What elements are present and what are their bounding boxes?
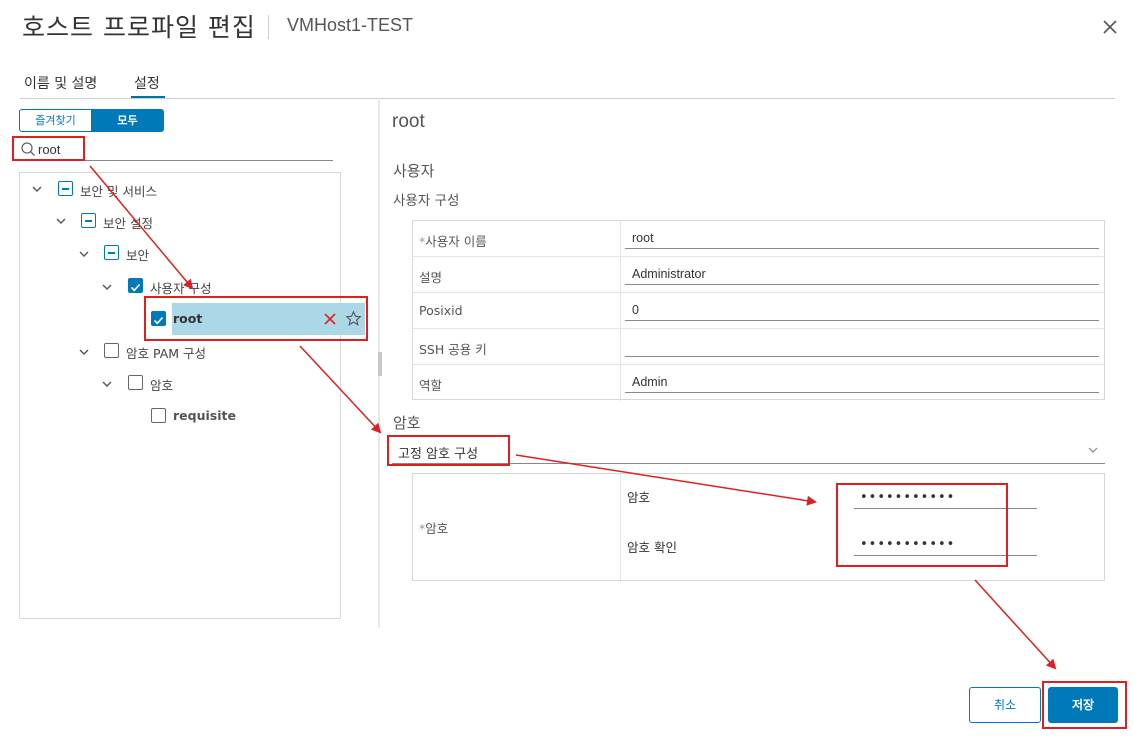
dialog-title: 호스트 프로파일 편집 [22,13,256,42]
grid-divider [620,474,621,580]
tree-checkbox-security-settings[interactable] [81,213,96,228]
favorites-toggle[interactable]: 즐겨찾기 [19,109,92,132]
tree-item-password[interactable]: 암호 [150,375,173,394]
tree-checkbox-security[interactable] [104,245,119,260]
grid-row-posixid: Posixid [413,293,1104,329]
title-divider [268,15,269,39]
detail-title: root [392,111,425,132]
grid-divider [620,329,621,364]
username-label-text: 사용자 이름 [425,234,487,249]
chevron-down-icon[interactable] [31,183,43,195]
posixid-label: Posixid [419,303,463,318]
grid-divider [620,365,621,401]
tree-checkbox-security-services[interactable] [58,181,73,196]
chevron-down-icon[interactable] [101,378,113,390]
role-field[interactable] [625,371,1099,393]
tree-item-user-config[interactable]: 사용자 구성 [150,278,211,297]
posixid-field[interactable] [625,299,1099,321]
chevron-down-icon[interactable] [101,281,113,293]
chevron-down-icon[interactable] [78,346,90,358]
grid-row-description: 설명 [413,257,1104,293]
confirm-password-label: 암호 확인 [627,540,677,555]
tree-item-security-settings[interactable]: 보안 설정 [103,213,153,232]
chevron-down-icon[interactable] [78,248,90,260]
username-label: *사용자 이름 [419,231,487,250]
grid-row-role: 역할 [413,365,1104,401]
close-button[interactable] [1100,17,1120,37]
tab-name-description[interactable]: 이름 및 설명 [24,73,97,93]
ssh-key-label: SSH 공용 키 [419,342,487,357]
description-label: 설명 [419,270,443,285]
tabs-divider [20,98,1115,99]
grid-row-ssh-key: SSH 공용 키 [413,329,1104,365]
description-field[interactable] [625,263,1099,285]
tree-checkbox-requisite[interactable] [151,408,166,423]
cancel-button[interactable]: 취소 [969,687,1041,723]
close-icon[interactable] [1100,17,1120,37]
tree-item-security[interactable]: 보안 [126,245,149,264]
host-name: VMHost1-TEST [287,15,414,35]
section-title-user: 사용자 [393,162,435,180]
tree-checkbox-user-config[interactable] [128,278,143,293]
password-group-label: *암호 [419,518,448,537]
tree-checkbox-password[interactable] [128,375,143,390]
annotation-box-password-fields [836,483,1008,567]
tree-checkbox-pam-config[interactable] [104,343,119,358]
annotation-box-save [1042,681,1127,729]
chevron-down-icon[interactable] [1087,444,1099,456]
all-toggle[interactable]: 모두 [91,109,164,132]
tree-item-security-services[interactable]: 보안 및 서비스 [80,181,157,200]
annotation-box-search [12,136,85,161]
user-config-grid: *사용자 이름 설명 Posixid SSH 공용 키 역할 [412,220,1105,401]
tree-item-pam-config[interactable]: 암호 PAM 구성 [126,343,206,362]
ssh-key-field[interactable] [625,335,1099,357]
annotation-box-root [144,296,368,341]
chevron-down-icon[interactable] [55,215,67,227]
tree-item-requisite[interactable]: requisite [173,408,236,423]
grid-row-username: *사용자 이름 [413,221,1104,257]
grid-divider [620,257,621,292]
role-label: 역할 [419,378,443,393]
username-field[interactable] [625,227,1099,249]
section-title-password: 암호 [393,414,421,432]
password-label: 암호 [627,490,651,505]
check-icon [130,283,141,292]
grid-divider [620,221,621,256]
grid-divider [620,293,621,328]
splitter-handle[interactable] [378,352,382,376]
subsection-title-user-config: 사용자 구성 [393,193,460,209]
password-group-label-text: 암호 [425,521,449,536]
tab-settings[interactable]: 설정 [134,73,160,93]
annotation-arrow [974,579,1057,670]
annotation-box-password-mode [387,435,510,466]
settings-tree [19,172,341,619]
